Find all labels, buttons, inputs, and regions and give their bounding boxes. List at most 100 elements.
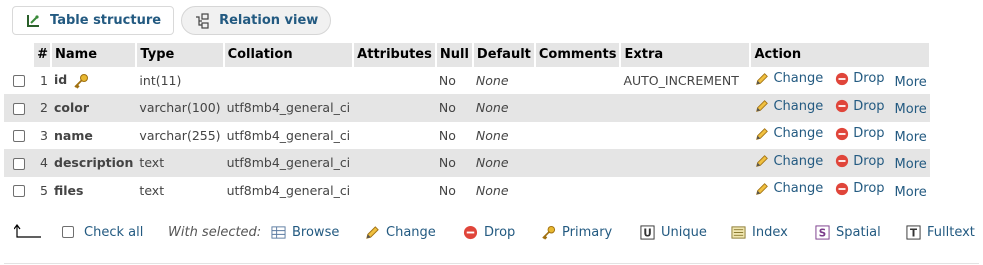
relation-view-icon [194, 12, 210, 29]
row-select[interactable] [4, 121, 33, 149]
change-label: Change [773, 126, 824, 141]
drop-button[interactable]: Drop [835, 71, 885, 86]
primary-key-icon [74, 73, 89, 89]
col-header-comments[interactable]: Comments [534, 42, 622, 67]
col-header-null[interactable]: Null [435, 42, 474, 67]
bulk-change-button[interactable]: Change [365, 216, 436, 248]
browse-button[interactable]: Browse [271, 216, 339, 248]
col-header-action: Action [750, 42, 931, 67]
change-button[interactable]: Change [755, 126, 823, 141]
fulltext-button[interactable]: T Fulltext [906, 216, 975, 248]
col-header-default[interactable]: Default [472, 42, 536, 67]
more-button[interactable]: More [895, 185, 927, 200]
column-default: None [472, 149, 535, 177]
column-name: files [51, 177, 136, 205]
with-selected-label: With selected: [168, 224, 262, 240]
more-button[interactable]: More [895, 130, 927, 145]
col-header-name[interactable]: Name [51, 42, 138, 67]
column-type: varchar(255) [139, 127, 221, 143]
column-collation: utf8mb4_general_ci [223, 149, 354, 177]
table-row: 5 files text utf8mb4_general_ci No None Change… [4, 176, 930, 205]
change-button[interactable]: Change [755, 181, 823, 196]
row-select[interactable] [4, 176, 33, 204]
column-comments [534, 149, 621, 177]
row-checkbox[interactable] [12, 75, 25, 88]
row-checkbox[interactable] [12, 185, 25, 198]
drop-button[interactable]: Drop [835, 181, 885, 196]
table-row: 3 name varchar(255) utf8mb4_general_ci No Non… [4, 121, 930, 150]
bulk-drop-button[interactable]: Drop [463, 216, 515, 248]
row-num: 1 [40, 72, 48, 88]
row-checkbox[interactable] [12, 157, 25, 170]
column-collation: utf8mb4_general_ci [223, 94, 354, 122]
column-collation: utf8mb4_general_ci [226, 127, 351, 143]
spatial-button[interactable]: S Spatial [815, 216, 881, 248]
tab-table-structure[interactable]: Table structure [12, 6, 175, 35]
column-null: No [435, 149, 473, 177]
change-button[interactable]: Change [755, 71, 823, 86]
col-header-num: # [33, 42, 52, 67]
tab-label: Table structure [50, 13, 162, 28]
tab-bar: Table structure Relation view [12, 6, 332, 35]
column-default: None [475, 182, 509, 198]
drop-button[interactable]: Drop [835, 126, 885, 141]
check-all[interactable]: Check all [62, 216, 143, 248]
index-button[interactable]: Index [731, 216, 788, 248]
svg-text:U: U [643, 227, 651, 239]
more-button[interactable]: More [895, 157, 927, 172]
fulltext-icon: T [906, 224, 921, 239]
row-actions: Change Drop More [750, 122, 929, 150]
drop-button[interactable]: Drop [835, 154, 885, 169]
column-comments [534, 94, 621, 122]
check-all-checkbox[interactable] [62, 226, 74, 238]
column-name: description [51, 149, 137, 177]
drop-icon [836, 127, 849, 140]
col-header-attributes[interactable]: Attributes [353, 42, 437, 67]
table-row: 4 description text utf8mb4_general_ci No None… [4, 149, 930, 177]
column-extra [620, 177, 750, 205]
column-attributes [353, 122, 436, 150]
column-name: name [51, 122, 136, 150]
column-name-text: name [54, 127, 93, 143]
tab-relation-view[interactable]: Relation view [181, 6, 332, 35]
column-default: None [475, 127, 509, 143]
col-header-collation[interactable]: Collation [223, 42, 355, 67]
drop-label: Drop [853, 71, 885, 86]
change-button[interactable]: Change [755, 154, 823, 169]
row-checkbox[interactable] [12, 130, 25, 143]
change-button[interactable]: Change [755, 99, 823, 114]
col-header-type[interactable]: Type [136, 42, 225, 67]
column-extra [620, 149, 751, 177]
row-checkbox[interactable] [12, 102, 25, 115]
fulltext-label: Fulltext [927, 224, 975, 240]
row-select[interactable] [4, 66, 33, 94]
unique-button[interactable]: U Unique [640, 216, 707, 248]
index-icon [731, 225, 746, 239]
change-label: Change [773, 181, 824, 196]
check-all-arrow-icon [14, 216, 44, 248]
header-select [4, 42, 34, 67]
col-header-extra[interactable]: Extra [620, 42, 752, 67]
more-button[interactable]: More [895, 102, 927, 117]
bulk-change-label: Change [386, 224, 436, 240]
check-all-label[interactable]: Check all [84, 225, 143, 240]
pencil-icon [756, 182, 769, 195]
browse-label: Browse [292, 224, 340, 240]
row-num: 4 [33, 149, 51, 177]
more-button[interactable]: More [895, 75, 927, 90]
pencil-icon [756, 72, 769, 85]
row-select[interactable] [4, 94, 33, 122]
pencil-icon [756, 100, 769, 112]
drop-button[interactable]: Drop [835, 99, 885, 114]
structure-table: # Name Type Collation Attributes Null De… [4, 42, 931, 204]
row-select[interactable] [4, 149, 33, 177]
column-null: No [438, 182, 456, 198]
primary-button[interactable]: Primary [541, 216, 612, 248]
table-structure-icon [25, 13, 41, 29]
column-comments [535, 122, 621, 150]
drop-icon [463, 225, 478, 239]
column-name: color [51, 94, 137, 122]
bulk-drop-label: Drop [484, 224, 516, 240]
column-extra [620, 122, 750, 150]
drop-icon [836, 182, 849, 195]
